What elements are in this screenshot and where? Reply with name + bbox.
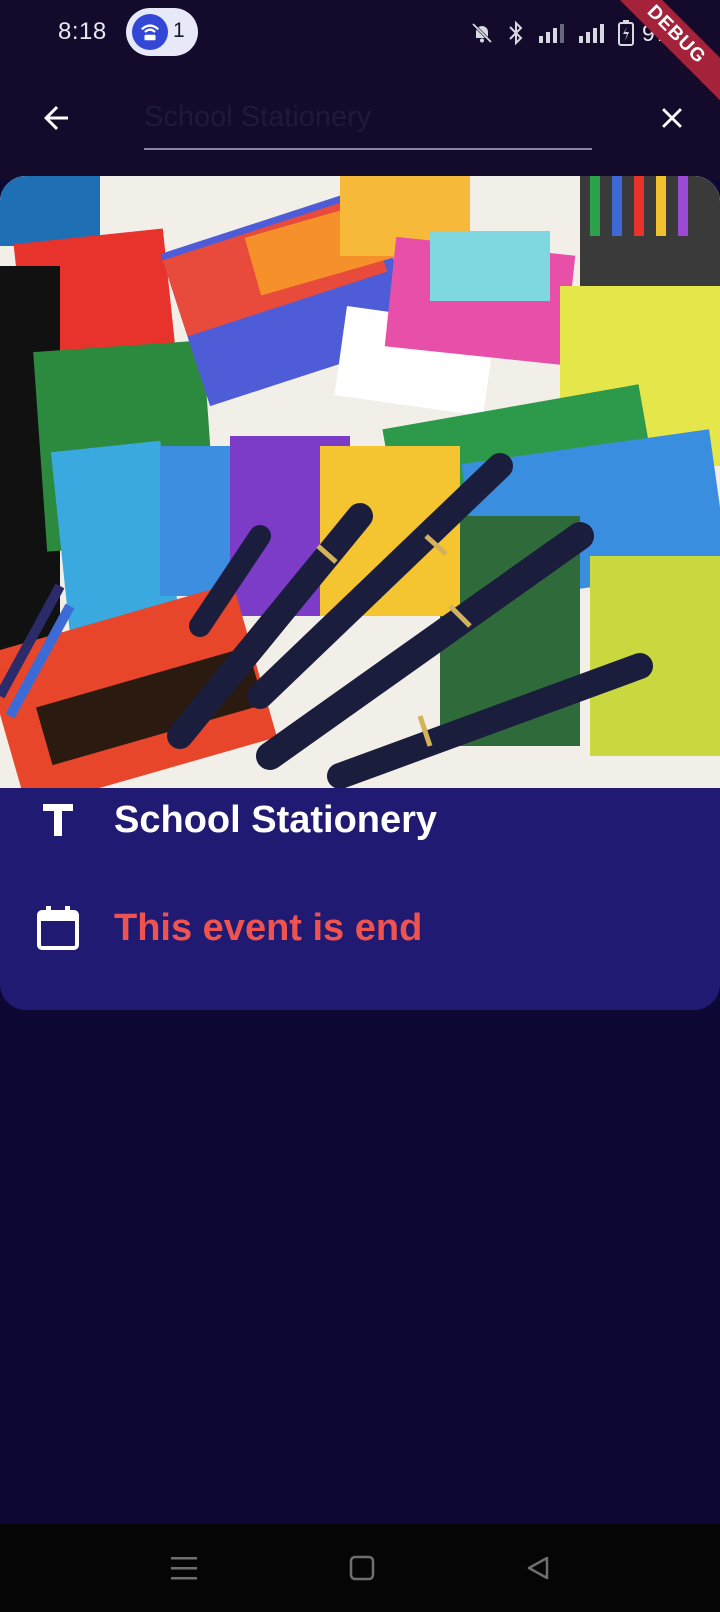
event-status: This event is end [114, 906, 423, 949]
mute-bell-icon [470, 21, 494, 45]
arrow-back-icon [44, 106, 68, 130]
nav-back-button[interactable] [516, 1546, 560, 1590]
hotspot-indicator[interactable]: 1 [126, 8, 198, 56]
triangle-back-icon [527, 1556, 549, 1580]
event-status-row: This event is end [0, 888, 720, 968]
home-button[interactable] [340, 1546, 384, 1590]
app-bar [0, 66, 720, 180]
status-bar: 8:18 1 DEBUG [0, 0, 720, 117]
menu-button[interactable] [162, 1546, 206, 1590]
event-title: School Stationery [114, 798, 438, 841]
text-t-icon [34, 796, 82, 844]
event-title-row: School Stationery [0, 780, 720, 860]
back-button[interactable] [30, 92, 82, 144]
school-stationery-image [0, 176, 720, 788]
calendar-icon [34, 904, 82, 952]
hotspot-icon [132, 14, 168, 50]
signal-icon-1 [538, 22, 566, 44]
home-square-icon [349, 1555, 375, 1581]
status-time: 8:18 [58, 18, 107, 45]
close-button[interactable] [646, 92, 698, 144]
bluetooth-icon [506, 20, 526, 46]
event-card[interactable]: School Stationery This event is end [0, 176, 720, 1010]
hotspot-count: 1 [173, 19, 185, 42]
battery-icon [618, 20, 634, 46]
menu-lines-icon [171, 1557, 197, 1580]
search-input[interactable] [144, 86, 592, 150]
close-icon [662, 108, 682, 128]
signal-icon-2 [578, 22, 606, 44]
system-nav-bar [0, 1524, 720, 1612]
